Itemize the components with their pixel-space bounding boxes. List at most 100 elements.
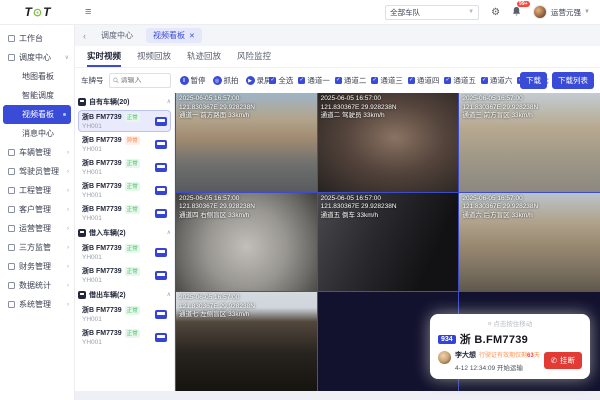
- sidebar-item-12[interactable]: 财务管理›: [0, 257, 74, 276]
- action-button-1[interactable]: ◎抓拍: [213, 75, 239, 86]
- video-overlay: 2025-06-05 16:57:00121.830367E 29.928238…: [321, 95, 397, 121]
- action-buttons: ‖暂停◎抓拍▶录屏: [180, 75, 261, 86]
- checkbox-label: 通道五: [453, 75, 476, 86]
- channel-checkbox-2[interactable]: ✓通道二: [335, 75, 367, 86]
- video-cell-5[interactable]: 2025-06-05 16:57:00121.830367E 29.928238…: [459, 193, 600, 292]
- sidebar-item-7[interactable]: 驾驶员管理›: [0, 162, 74, 181]
- sidebar-item-6[interactable]: 车辆管理›: [0, 143, 74, 162]
- vehicle-group-header-1[interactable]: 借入车辆(2)∧: [78, 225, 171, 240]
- video-cell-2[interactable]: 2025-06-05 16:57:00121.830367E 29.928238…: [459, 93, 600, 192]
- vehicle-group-header-2[interactable]: 借出车辆(2)∧: [78, 287, 171, 302]
- vehicle-row[interactable]: 浙B FM7739正常YH001: [78, 110, 171, 132]
- video-cell-6[interactable]: 2025-06-05 16:57:00121.830367E 29.928238…: [176, 292, 317, 391]
- checkbox-icon: ✓: [371, 77, 378, 84]
- vehicle-row[interactable]: 浙B FM7739正常YH001: [78, 156, 171, 178]
- channel-checkbox-3[interactable]: ✓通道三: [371, 75, 403, 86]
- checkbox-label: 通道一: [307, 75, 330, 86]
- vehicle-status-badge: 正常: [125, 113, 140, 122]
- video-timestamp: 2025-06-05 16:57:00: [462, 95, 538, 104]
- workspace: 自有车辆(20)∧浙B FM7739正常YH001浙B FM7739异常YH00…: [75, 93, 600, 391]
- popup-drag-handle[interactable]: ≡ 点击按住移动: [438, 318, 582, 328]
- video-cell-3[interactable]: 2025-06-05 16:57:00121.830367E 29.928238…: [176, 193, 317, 292]
- channel-checkbox-0[interactable]: ✓全选: [269, 75, 293, 86]
- vehicle-row[interactable]: 浙B FM7739正常YH001: [78, 264, 171, 286]
- video-channel-label: 通道一 前方路面 33km/h: [179, 112, 255, 121]
- license-warning: 行驶证有效期仅剩63天: [479, 350, 540, 359]
- vehicle-group-icon: [78, 98, 86, 106]
- settings-gear-icon[interactable]: ⚙: [491, 7, 500, 18]
- plate-search-input[interactable]: [121, 77, 167, 84]
- sidebar-item-2[interactable]: 地图看板: [0, 67, 74, 86]
- vehicle-status-badge: 正常: [125, 306, 140, 315]
- action-button-2[interactable]: ▶录屏: [246, 75, 272, 86]
- vehicle-icon: [155, 186, 167, 195]
- chevron-right-icon: ›: [67, 169, 69, 175]
- sidebar-item-10[interactable]: 运营管理›: [0, 219, 74, 238]
- vehicle-status-badge: 正常: [125, 267, 140, 276]
- sidebar-item-1[interactable]: 调度中心∨: [0, 48, 74, 67]
- subtab-2[interactable]: 轨迹回放: [187, 46, 221, 67]
- sidebar-item-label: 数据统计: [19, 280, 51, 291]
- sidebar-item-3[interactable]: 智能调度: [0, 86, 74, 105]
- download-list-button[interactable]: 下载列表: [552, 72, 594, 89]
- phone-icon: ✆: [551, 356, 557, 365]
- vehicle-plate: 浙B FM7739: [82, 158, 122, 168]
- fleet-select[interactable]: 全部车队 ▼: [385, 5, 479, 20]
- tab-1[interactable]: 视频看板✕: [146, 28, 202, 43]
- channel-checkbox-6[interactable]: ✓通道六: [481, 75, 513, 86]
- vehicle-group-header-0[interactable]: 自有车辆(20)∧: [78, 94, 171, 109]
- tab-0[interactable]: 调度中心: [94, 28, 140, 43]
- video-coords: 121.830367E 29.928238N: [462, 104, 538, 113]
- vehicle-row[interactable]: 浙B FM7739正常YH001: [78, 326, 171, 348]
- tab-bar: ‹ 调度中心视频看板✕: [75, 25, 600, 46]
- vehicle-row[interactable]: 浙B FM7739正常YH001: [78, 241, 171, 263]
- fleet-select-value: 全部车队: [390, 7, 420, 18]
- vehicle-row[interactable]: 浙B FM7739正常YH001: [78, 303, 171, 325]
- action-button-0[interactable]: ‖暂停: [180, 75, 206, 86]
- video-cell-1[interactable]: 2025-06-05 16:57:00121.830367E 29.928238…: [318, 93, 459, 192]
- action-label: 抓拍: [224, 75, 239, 86]
- tab-close-icon[interactable]: ✕: [189, 32, 195, 40]
- vehicle-plate: 浙B FM7739: [82, 112, 122, 122]
- video-overlay: 2025-06-05 16:57:00121.830367E 29.928238…: [321, 195, 397, 221]
- checkbox-icon: ✓: [298, 77, 305, 84]
- active-dot: [63, 113, 66, 116]
- checkbox-label: 通道六: [490, 75, 513, 86]
- menu-square-icon: [8, 187, 15, 194]
- subtab-0[interactable]: 实时视频: [87, 46, 121, 67]
- channel-checkbox-1[interactable]: ✓通道一: [298, 75, 330, 86]
- driver-avatar: [438, 351, 451, 364]
- vehicle-row[interactable]: 浙B FM7739异常YH001: [78, 133, 171, 155]
- vehicle-row[interactable]: 浙B FM7739正常YH001: [78, 179, 171, 201]
- download-button[interactable]: 下载: [520, 72, 547, 89]
- subtab-3[interactable]: 风险监控: [237, 46, 271, 67]
- sidebar-item-5[interactable]: 消息中心: [0, 124, 74, 143]
- hangup-button[interactable]: ✆ 挂断: [544, 352, 582, 369]
- vehicle-icon: [155, 271, 167, 280]
- video-cell-0[interactable]: 2025-06-05 16:57:00121.830367E 29.928238…: [176, 93, 317, 192]
- sidebar-item-11[interactable]: 三方监管›: [0, 238, 74, 257]
- popup-drag-hint: 点击按住移动: [493, 321, 532, 328]
- sidebar-item-8[interactable]: 工程管理›: [0, 181, 74, 200]
- user-avatar[interactable]: [533, 5, 547, 19]
- tabs-back-icon[interactable]: ‹: [83, 31, 86, 41]
- sidebar-item-label: 工作台: [19, 33, 43, 44]
- sidebar-item-13[interactable]: 数据统计›: [0, 276, 74, 295]
- vehicle-row[interactable]: 浙B FM7739正常YH001: [78, 202, 171, 224]
- video-cell-4[interactable]: 2025-06-05 16:57:00121.830367E 29.928238…: [318, 193, 459, 292]
- sidebar-item-9[interactable]: 客户管理›: [0, 200, 74, 219]
- sidebar-item-14[interactable]: 系统管理›: [0, 295, 74, 314]
- vehicle-group-icon: [78, 291, 86, 299]
- channel-checkbox-4[interactable]: ✓通道四: [408, 75, 440, 86]
- user-menu-chevron-icon[interactable]: ▼: [584, 9, 590, 15]
- sidebar-item-0[interactable]: 工作台: [0, 29, 74, 48]
- menu-square-icon: [8, 225, 15, 232]
- sidebar-collapse-icon[interactable]: ≡: [85, 6, 91, 18]
- user-name[interactable]: 运营元强: [551, 7, 581, 18]
- subtab-1[interactable]: 视频回放: [137, 46, 171, 67]
- notification-bell-icon[interactable]: 99+: [512, 6, 521, 19]
- video-overlay: 2025-06-05 16:57:00121.830367E 29.928238…: [462, 95, 538, 121]
- sidebar-item-4[interactable]: 视频看板: [3, 105, 71, 124]
- channel-checkbox-5[interactable]: ✓通道五: [444, 75, 476, 86]
- vehicle-icon: [155, 140, 167, 149]
